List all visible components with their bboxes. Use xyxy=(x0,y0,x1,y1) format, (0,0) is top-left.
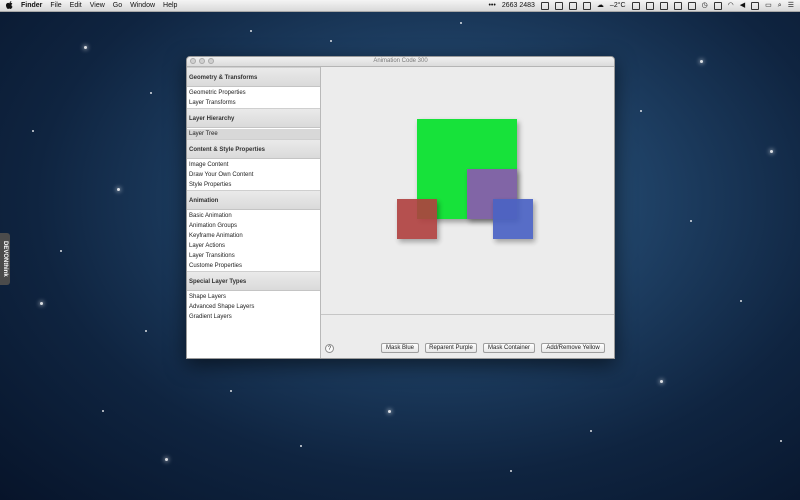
status-app-icon-4[interactable] xyxy=(582,1,591,10)
sidebar-item-layer-tree[interactable]: Layer Tree xyxy=(187,129,320,139)
status-app-icon-7[interactable] xyxy=(659,1,668,10)
status-app-icon[interactable] xyxy=(540,1,549,10)
sidebar-item-layer-actions[interactable]: Layer Actions xyxy=(187,241,320,251)
help-button[interactable]: ? xyxy=(325,344,334,353)
sidebar: Geometry & Transforms Geometric Properti… xyxy=(187,67,321,358)
sidebar-item-basic-animation[interactable]: Basic Animation xyxy=(187,211,320,221)
add-remove-yellow-button[interactable]: Add/Remove Yellow xyxy=(541,343,605,353)
control-bar: ? Mask Blue Reparent Purple Mask Contain… xyxy=(321,315,614,358)
menu-help[interactable]: Help xyxy=(163,0,177,11)
red-layer[interactable] xyxy=(397,199,437,239)
menu-go[interactable]: Go xyxy=(113,0,122,11)
mask-blue-button[interactable]: Mask Blue xyxy=(381,343,419,353)
section-header: Geometry & Transforms xyxy=(187,67,320,87)
blue-layer[interactable] xyxy=(493,199,533,239)
section-header: Layer Hierarchy xyxy=(187,108,320,128)
clock-icon[interactable]: ◷ xyxy=(702,0,708,11)
devonthink-side-tab[interactable]: DEVONthink xyxy=(0,233,10,285)
sidebar-item-layer-transitions[interactable]: Layer Transitions xyxy=(187,251,320,261)
weather-temperature[interactable]: –2°C xyxy=(610,0,626,11)
status-app-icon-2[interactable] xyxy=(554,1,563,10)
window-title: Animation Code 300 xyxy=(373,58,428,64)
sidebar-item-shape-layers[interactable]: Shape Layers xyxy=(187,292,320,302)
status-app-icon-6[interactable] xyxy=(645,1,654,10)
wifi-icon[interactable]: ◠ xyxy=(728,0,734,11)
title-bar[interactable]: Animation Code 300 xyxy=(187,57,614,67)
status-counter[interactable]: 2663 2483 xyxy=(502,0,535,11)
app-window: Animation Code 300 Geometry & Transforms… xyxy=(186,56,615,359)
section-header: Content & Style Properties xyxy=(187,139,320,159)
overflow-dots[interactable]: ••• xyxy=(488,0,495,11)
menu-window[interactable]: Window xyxy=(130,0,155,11)
volume-icon[interactable]: ◀ xyxy=(740,0,745,11)
status-app-icon-11[interactable] xyxy=(751,1,760,10)
status-app-icon-9[interactable] xyxy=(687,1,696,10)
menu-bar: Finder File Edit View Go Window Help •••… xyxy=(0,0,800,12)
menu-finder[interactable]: Finder xyxy=(21,0,42,11)
sidebar-item-layer-transforms[interactable]: Layer Transforms xyxy=(187,98,320,108)
sidebar-item-style-properties[interactable]: Style Properties xyxy=(187,180,320,190)
sidebar-item-image-content[interactable]: Image Content xyxy=(187,160,320,170)
menu-view[interactable]: View xyxy=(90,0,105,11)
menu-edit[interactable]: Edit xyxy=(70,0,82,11)
status-app-icon-3[interactable] xyxy=(568,1,577,10)
reparent-purple-button[interactable]: Reparent Purple xyxy=(425,343,477,353)
notifications-icon[interactable]: ☰ xyxy=(788,0,794,11)
sidebar-item-custome-properties[interactable]: Custome Properties xyxy=(187,261,320,271)
mask-container-button[interactable]: Mask Container xyxy=(483,343,535,353)
status-app-icon-10[interactable] xyxy=(713,1,722,10)
sidebar-item-advanced-shape-layers[interactable]: Advanced Shape Layers xyxy=(187,302,320,312)
apple-icon[interactable] xyxy=(6,1,13,9)
status-app-icon-5[interactable] xyxy=(631,1,640,10)
menu-file[interactable]: File xyxy=(50,0,61,11)
sidebar-item-keyframe-animation[interactable]: Keyframe Animation xyxy=(187,231,320,241)
status-app-icon-8[interactable] xyxy=(673,1,682,10)
cloud-icon[interactable]: ☁ xyxy=(597,0,604,11)
sidebar-item-draw-your-own-content[interactable]: Draw Your Own Content xyxy=(187,170,320,180)
section-header: Animation xyxy=(187,190,320,210)
sidebar-item-animation-groups[interactable]: Animation Groups xyxy=(187,221,320,231)
sidebar-item-geometric-properties[interactable]: Geometric Properties xyxy=(187,88,320,98)
sidebar-item-gradient-layers[interactable]: Gradient Layers xyxy=(187,312,320,322)
section-header: Special Layer Types xyxy=(187,271,320,291)
layer-canvas xyxy=(321,67,614,315)
search-icon[interactable]: ⌕ xyxy=(778,0,782,11)
battery-icon[interactable]: ▭ xyxy=(765,0,772,11)
